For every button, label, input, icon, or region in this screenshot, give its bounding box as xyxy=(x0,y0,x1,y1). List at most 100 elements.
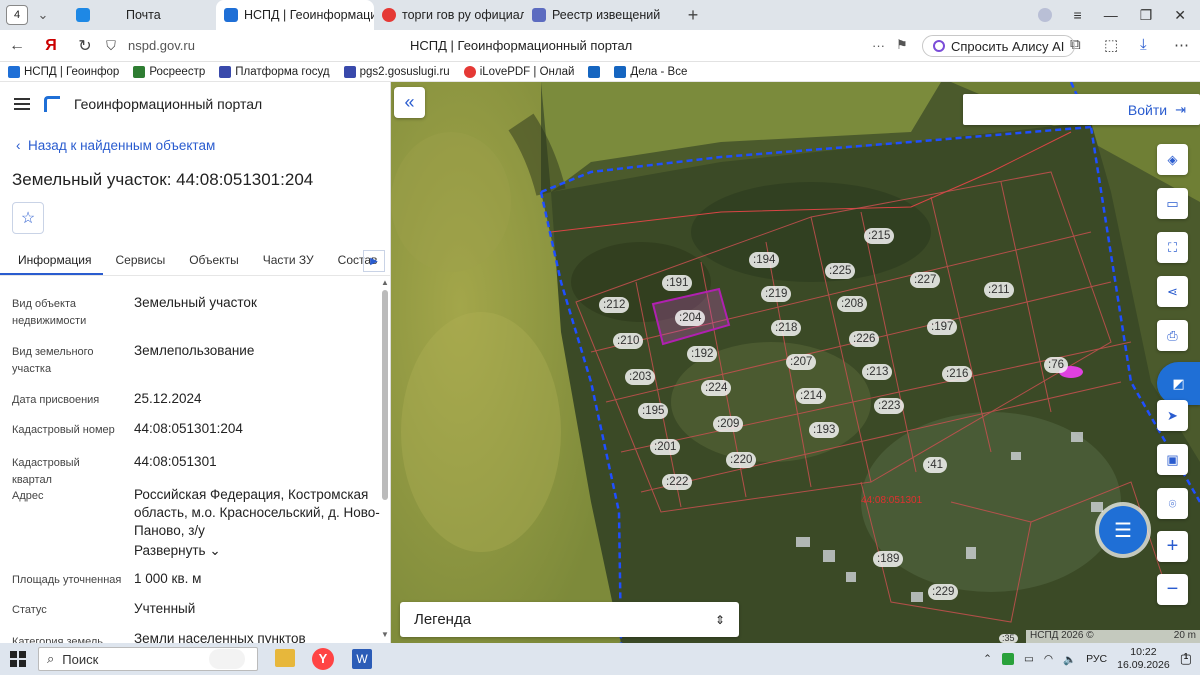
notifications-icon[interactable]: ▢ 1 xyxy=(1180,651,1192,667)
network-icon[interactable]: ▭ xyxy=(1024,653,1034,665)
tab-objects[interactable]: Объекты xyxy=(177,248,251,275)
layers-button[interactable]: ◈ xyxy=(1157,144,1188,175)
parcel-label[interactable]: :218 xyxy=(771,320,802,336)
expand-link[interactable]: Развернуть ⌄ xyxy=(134,542,384,560)
profile-icon[interactable] xyxy=(1037,8,1052,22)
parcel-label[interactable]: :195 xyxy=(638,403,669,419)
tab-parts[interactable]: Части ЗУ xyxy=(251,248,326,275)
collapse-panel-button[interactable]: « xyxy=(394,87,425,118)
parcel-label[interactable]: :223 xyxy=(874,398,905,414)
browser-tab-active[interactable]: НСПД | Геоинформаци ✕ xyxy=(216,0,374,30)
navigate-button[interactable]: ➤ xyxy=(1157,400,1188,431)
collections-icon[interactable]: ⬚ xyxy=(1104,36,1118,54)
restore-icon[interactable]: ❐ xyxy=(1140,7,1153,24)
parcel-label[interactable]: :227 xyxy=(910,272,941,288)
parcel-label[interactable]: :193 xyxy=(809,422,840,438)
login-button[interactable]: Войти ⇥ xyxy=(963,94,1200,125)
map-view[interactable]: :215 :194 :225 :191 :227 :211 :212 :204 … xyxy=(391,82,1200,643)
parcel-label[interactable]: :207 xyxy=(786,354,817,370)
panel-scrollbar[interactable]: ▲ ▼ xyxy=(381,278,389,640)
map-tools-button[interactable]: ◩ xyxy=(1157,362,1200,405)
parcel-label[interactable]: :76 xyxy=(1044,357,1068,373)
parcel-label[interactable]: :197 xyxy=(927,319,958,335)
parcel-label[interactable]: :229 xyxy=(928,584,959,600)
antivirus-icon[interactable] xyxy=(1001,653,1014,665)
parcel-label[interactable]: :211 xyxy=(984,282,1014,298)
bookmark-icon[interactable]: ⚑ xyxy=(896,37,908,53)
taskbar-search[interactable]: ⌕ Поиск xyxy=(38,647,258,671)
reload-icon[interactable]: ↻ xyxy=(68,36,102,56)
volume-icon[interactable]: 🔈 xyxy=(1063,653,1076,666)
browser-tab[interactable]: Реестр извещений xyxy=(524,0,674,30)
parcel-label[interactable]: :225 xyxy=(825,263,856,279)
parcel-label[interactable]: :35 xyxy=(999,634,1018,643)
downloads-icon[interactable]: ⤓ xyxy=(1140,36,1147,53)
windows-start-icon[interactable] xyxy=(10,651,26,667)
favorite-button[interactable]: ☆ xyxy=(12,202,44,234)
file-explorer-icon[interactable] xyxy=(275,649,295,667)
zoom-in-button[interactable]: + xyxy=(1157,531,1188,562)
select-area-button[interactable]: ⛶ xyxy=(1157,232,1188,263)
tab-services[interactable]: Сервисы xyxy=(103,248,177,275)
scrollbar-thumb[interactable] xyxy=(382,290,388,500)
share-button[interactable]: ⋖ xyxy=(1157,276,1188,307)
shield-icon[interactable]: ⛉ xyxy=(102,38,120,54)
parcel-label[interactable]: :210 xyxy=(613,333,644,349)
word-icon[interactable]: W xyxy=(352,649,372,669)
legend-dropdown[interactable]: Легенда ⇕ xyxy=(400,602,739,637)
wifi-icon[interactable]: ◠ xyxy=(1044,653,1053,665)
parcel-label[interactable]: :222 xyxy=(662,474,693,490)
parcel-label[interactable]: :192 xyxy=(687,346,718,362)
tabs-next-button[interactable]: ▶ xyxy=(363,250,385,272)
menu-icon[interactable]: ≡ xyxy=(1074,7,1082,23)
parcel-label[interactable]: :203 xyxy=(625,369,656,385)
parcel-label[interactable]: :220 xyxy=(726,452,757,468)
close-window-icon[interactable]: ✕ xyxy=(1174,7,1186,24)
parcel-label[interactable]: :189 xyxy=(873,551,904,567)
chevron-down-icon[interactable]: ⌄ xyxy=(32,7,54,23)
menu-icon[interactable] xyxy=(14,98,30,110)
browser-tab[interactable]: торги гов ру официальн xyxy=(374,0,524,30)
parcel-label[interactable]: :209 xyxy=(713,416,744,432)
tray-chevron-icon[interactable]: ⌃ xyxy=(983,653,992,665)
parcel-label[interactable]: :213 xyxy=(862,364,893,380)
bookmark-item[interactable]: Росреестр xyxy=(133,65,205,78)
new-tab-button[interactable]: + xyxy=(680,4,706,26)
clock[interactable]: 10:22 16.09.2026 xyxy=(1117,646,1170,672)
yandex-logo-icon[interactable]: Я xyxy=(34,37,68,55)
parcel-label[interactable]: :224 xyxy=(701,380,732,396)
chat-button[interactable]: ☰ xyxy=(1099,506,1147,554)
bookmark-item[interactable] xyxy=(588,65,601,78)
parcel-label[interactable]: :194 xyxy=(749,252,780,268)
parcel-label[interactable]: :214 xyxy=(796,388,827,404)
parcel-label-selected[interactable]: :204 xyxy=(675,310,706,326)
parcel-label[interactable]: :201 xyxy=(650,439,681,455)
parcel-label[interactable]: :226 xyxy=(849,331,880,347)
parcel-label[interactable]: :208 xyxy=(837,296,868,312)
more-icon[interactable]: ··· xyxy=(872,38,885,53)
basemap-button[interactable]: ▣ xyxy=(1157,444,1188,475)
browser-tab[interactable]: Почта xyxy=(68,0,216,30)
parcel-label[interactable]: :41 xyxy=(923,457,947,473)
yandex-browser-icon[interactable]: Y xyxy=(312,648,334,670)
parcel-label[interactable]: :212 xyxy=(599,297,630,313)
back-link[interactable]: ‹ Назад к найденным объектам xyxy=(16,138,215,153)
alice-button[interactable]: Спросить Алису AI xyxy=(922,35,1076,57)
parcel-label[interactable]: :191 xyxy=(662,275,693,291)
bookmark-item[interactable]: iLovePDF | Онлай xyxy=(463,65,574,78)
print-button[interactable]: ⎙ xyxy=(1157,320,1188,351)
tab-count-button[interactable]: 4 xyxy=(6,5,28,25)
parcel-label[interactable]: :215 xyxy=(864,228,895,244)
zoom-out-button[interactable]: − xyxy=(1157,574,1188,605)
url-field[interactable]: nspd.gov.ru xyxy=(128,38,195,53)
parcel-label[interactable]: :219 xyxy=(761,286,792,302)
ruler-button[interactable]: ▭ xyxy=(1157,188,1188,219)
scroll-down-icon[interactable]: ▼ xyxy=(381,630,389,639)
browser-settings-icon[interactable]: ⋯ xyxy=(1174,36,1189,54)
bookmark-item[interactable]: НСПД | Геоинфор xyxy=(8,65,119,78)
parcel-label[interactable]: :216 xyxy=(942,366,973,382)
scroll-up-icon[interactable]: ▲ xyxy=(381,278,389,287)
tab-information[interactable]: Информация xyxy=(0,248,104,275)
bookmark-item[interactable]: pgs2.gosuslugi.ru xyxy=(343,65,450,78)
location-button[interactable]: ⌾ xyxy=(1157,488,1188,519)
